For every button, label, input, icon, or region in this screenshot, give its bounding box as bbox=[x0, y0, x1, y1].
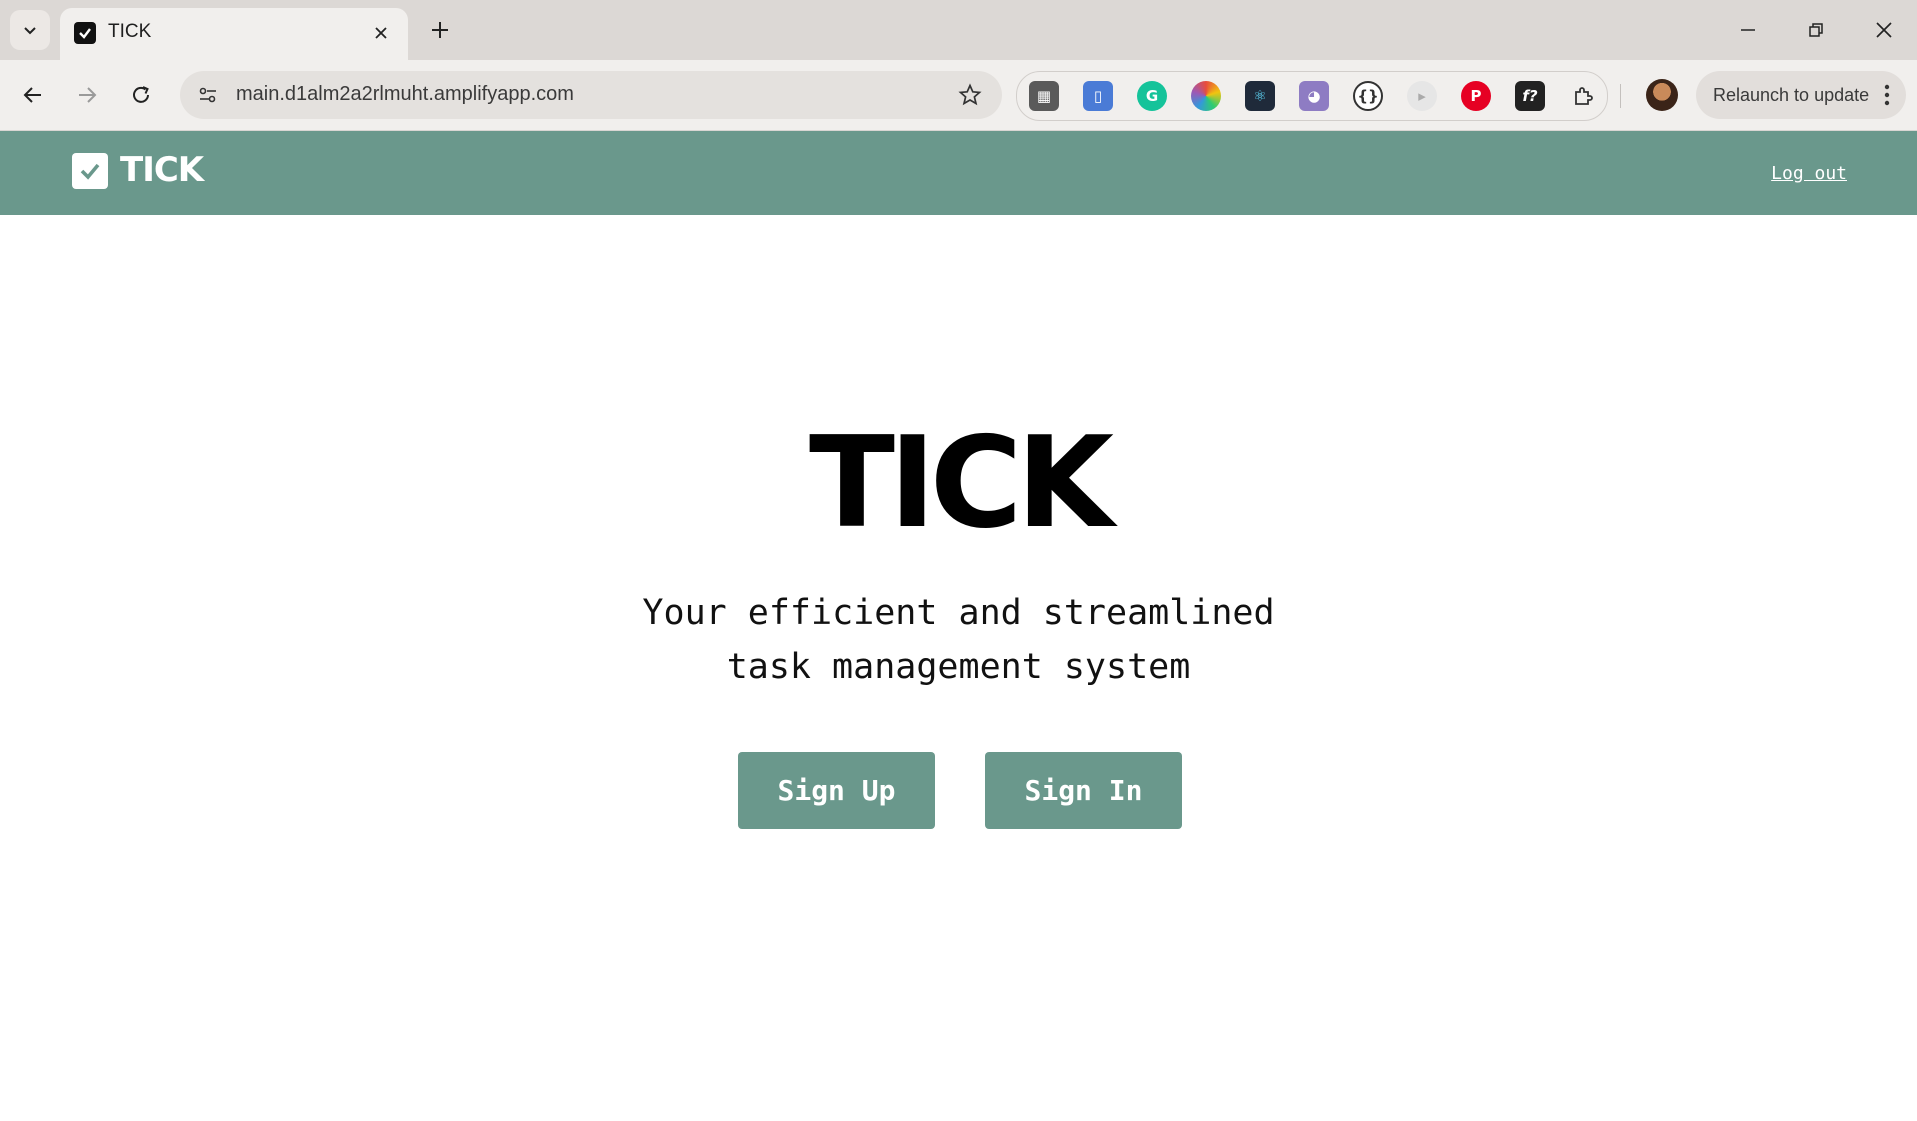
logout-link[interactable]: Log out bbox=[1771, 163, 1847, 184]
octocat-icon[interactable]: ◕ bbox=[1299, 81, 1329, 111]
clipboard-icon[interactable]: ▯ bbox=[1083, 81, 1113, 111]
back-button[interactable] bbox=[12, 74, 54, 116]
tagline-line-2: task management system bbox=[726, 647, 1191, 687]
tagline-line-1: Your efficient and streamlined bbox=[642, 593, 1275, 633]
sign-up-button[interactable]: Sign Up bbox=[738, 752, 935, 829]
browser-tab[interactable]: TICK bbox=[60, 8, 408, 60]
hero-title: TICK bbox=[809, 409, 1114, 556]
star-icon bbox=[958, 83, 982, 106]
browser-tabstrip: TICK bbox=[0, 0, 1917, 60]
font-icon[interactable]: f? bbox=[1515, 81, 1545, 111]
media-icon[interactable]: ▸ bbox=[1407, 81, 1437, 111]
restore-icon bbox=[1809, 23, 1823, 37]
close-tab-button[interactable] bbox=[366, 18, 396, 48]
logo-text[interactable]: TICK bbox=[120, 150, 204, 190]
checkmark-logo-icon bbox=[72, 153, 108, 189]
react-devtools-icon[interactable]: ⚛ bbox=[1245, 81, 1275, 111]
forward-button[interactable] bbox=[66, 74, 108, 116]
minimize-icon bbox=[1741, 29, 1755, 31]
reload-button[interactable] bbox=[120, 74, 162, 116]
relaunch-button[interactable]: Relaunch to update bbox=[1696, 71, 1906, 119]
reload-icon bbox=[133, 86, 149, 103]
site-info-button[interactable] bbox=[190, 77, 226, 113]
profile-avatar[interactable] bbox=[1646, 79, 1678, 111]
tune-icon bbox=[199, 87, 216, 103]
color-picker-icon[interactable] bbox=[1191, 81, 1221, 111]
toolbar-divider bbox=[1620, 84, 1621, 108]
pinterest-icon[interactable]: P bbox=[1461, 81, 1491, 111]
qr-code-icon[interactable]: ▦ bbox=[1029, 81, 1059, 111]
extensions-puzzle-icon[interactable] bbox=[1569, 81, 1599, 111]
plus-icon bbox=[432, 22, 448, 38]
kebab-menu-icon bbox=[1884, 84, 1890, 106]
tick-favicon-icon bbox=[74, 22, 96, 44]
relaunch-label: Relaunch to update bbox=[1713, 85, 1870, 105]
tagline: Your efficient and streamlined task mana… bbox=[0, 586, 1917, 694]
extensions-bar: ▦ ▯ G ⚛ ◕ {} ▸ P f? bbox=[1016, 71, 1608, 121]
chevron-down-icon bbox=[24, 27, 36, 35]
app-header: TICK Log out bbox=[0, 131, 1917, 215]
json-viewer-icon[interactable]: {} bbox=[1353, 81, 1383, 111]
tab-search-button[interactable] bbox=[10, 10, 50, 50]
sign-in-button[interactable]: Sign In bbox=[985, 752, 1182, 829]
more-menu-button[interactable] bbox=[1878, 81, 1896, 109]
close-icon bbox=[375, 27, 387, 39]
tab-title: TICK bbox=[108, 21, 152, 42]
minimize-button[interactable] bbox=[1714, 0, 1782, 60]
restore-button[interactable] bbox=[1782, 0, 1850, 60]
close-icon bbox=[1876, 22, 1892, 38]
arrow-right-icon bbox=[79, 87, 97, 103]
browser-toolbar: main.d1alm2a2rlmuht.amplifyapp.com ▦ ▯ G… bbox=[0, 60, 1917, 131]
url-text: main.d1alm2a2rlmuht.amplifyapp.com bbox=[236, 83, 574, 105]
grammarly-icon[interactable]: G bbox=[1137, 81, 1167, 111]
bookmark-button[interactable] bbox=[952, 77, 988, 113]
address-bar[interactable]: main.d1alm2a2rlmuht.amplifyapp.com bbox=[180, 71, 1002, 119]
close-window-button[interactable] bbox=[1850, 0, 1917, 60]
arrow-left-icon bbox=[23, 87, 41, 103]
new-tab-button[interactable] bbox=[424, 14, 456, 46]
